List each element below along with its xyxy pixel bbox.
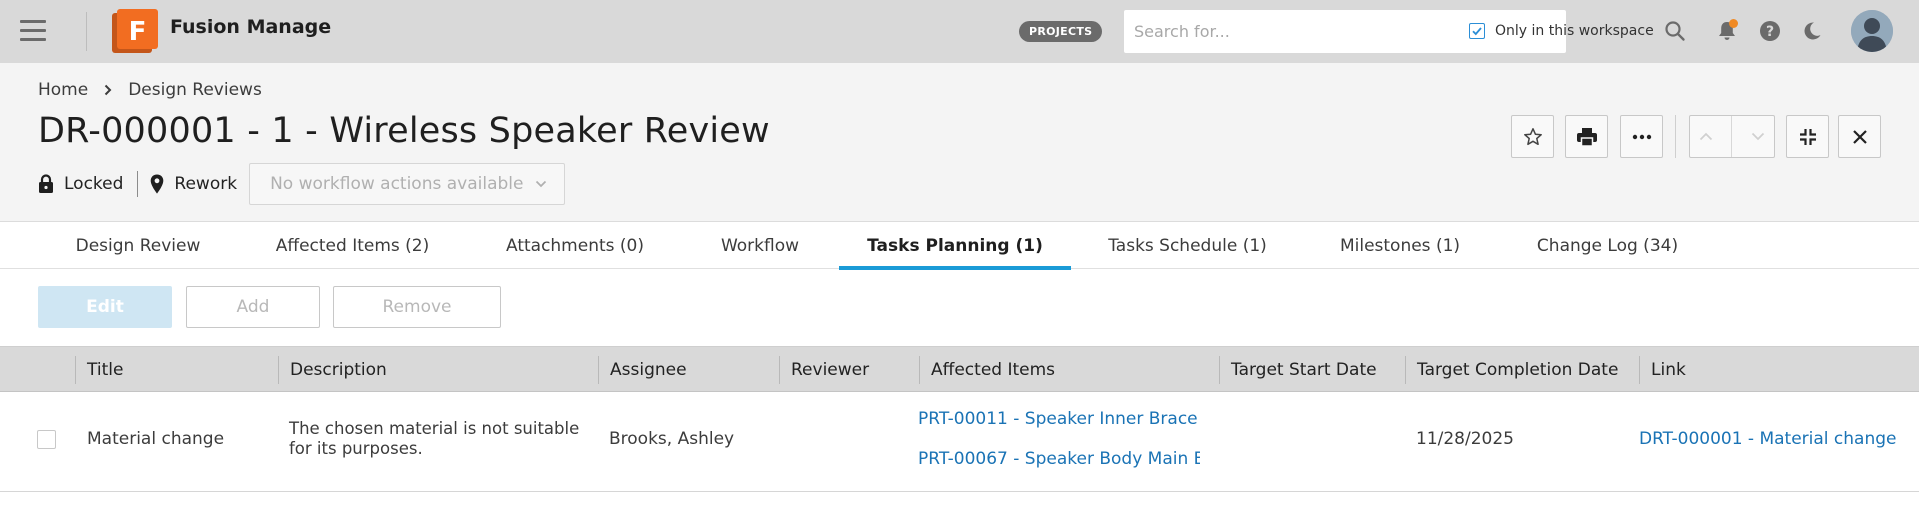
cell-title: Material change [87,429,225,449]
column-header-title[interactable]: Title [75,356,123,384]
column-header-link[interactable]: Link [1639,356,1686,384]
page-title: DR-000001 - 1 - Wireless Speaker Review [38,111,770,151]
description-line-2: for its purposes. [289,439,423,458]
tab-milestones[interactable]: Milestones (1) [1320,223,1480,269]
workflow-state-label: Rework [174,174,238,194]
user-avatar-icon [1851,10,1893,52]
menu-icon[interactable] [20,20,46,42]
previous-record-icon[interactable] [1699,132,1713,141]
app-logo-icon[interactable]: F [112,9,158,53]
logo-letter: F [129,17,147,47]
task-link[interactable]: DRT-000001 - Material change [1639,429,1917,449]
affected-item-link-1[interactable]: PRT-00011 - Speaker Inner Brace [ [918,409,1200,429]
notification-badge [1729,19,1738,28]
tab-affected-items[interactable]: Affected Items (2) [250,223,455,269]
chevron-right-icon [104,84,112,96]
tab-tasks-schedule[interactable]: Tasks Schedule (1) [1095,223,1280,269]
column-header-target-completion-date[interactable]: Target Completion Date [1405,356,1618,384]
cell-assignee: Brooks, Ashley [609,429,735,449]
location-pin-icon [151,174,164,194]
column-header-description[interactable]: Description [278,356,387,384]
top-bar: F Fusion Manage PROJECTS Only in this wo… [0,0,1919,63]
cell-description: The chosen material is not suitable for … [289,419,579,459]
lock-icon [39,174,53,193]
print-button[interactable] [1565,115,1608,158]
moon-icon[interactable] [1801,20,1823,42]
check-icon [1472,27,1482,36]
tab-change-log[interactable]: Change Log (34) [1515,223,1700,269]
topbar-divider [86,12,87,51]
workflow-actions-dropdown[interactable]: No workflow actions available [249,163,566,205]
close-icon [1852,129,1867,144]
global-search: Only in this workspace [1124,10,1685,53]
affected-item-link-2[interactable]: PRT-00067 - Speaker Body Main B [918,449,1200,469]
bookmark-button[interactable] [1511,115,1554,158]
edit-button[interactable]: Edit [38,286,172,328]
table-header: Title Description Assignee Reviewer Affe… [0,346,1919,392]
minimize-icon [1799,128,1816,145]
search-icon[interactable] [1664,20,1686,42]
tab-bar: Design Review Affected Items (2) Attachm… [0,223,1919,270]
column-header-assignee[interactable]: Assignee [598,356,687,384]
description-line-1: The chosen material is not suitable [289,419,580,438]
breadcrumb-home[interactable]: Home [38,80,88,100]
tab-attachments[interactable]: Attachments (0) [480,223,670,269]
status-divider [137,171,139,197]
more-actions-button[interactable] [1620,115,1663,158]
breadcrumb-design-reviews[interactable]: Design Reviews [128,80,262,100]
column-header-target-start-date[interactable]: Target Start Date [1219,356,1377,384]
record-status: Locked Rework No workflow actions availa… [38,163,566,205]
next-record-icon[interactable] [1751,132,1765,141]
lock-status-label: Locked [64,174,124,194]
collapse-view-button[interactable] [1786,115,1829,158]
only-in-workspace-checkbox[interactable] [1469,23,1485,39]
search-input[interactable] [1134,10,1464,53]
star-icon [1523,127,1542,145]
avatar[interactable] [1851,10,1893,52]
tab-design-review[interactable]: Design Review [38,223,238,269]
row-select-checkbox[interactable] [37,430,56,449]
record-navigation [1689,115,1775,158]
svg-text:?: ? [1766,24,1774,40]
table-row[interactable]: Material change The chosen material is n… [0,392,1919,492]
cell-target-completion-date: 11/28/2025 [1416,429,1514,449]
record-header: Home Design Reviews DR-000001 - 1 - Wire… [0,63,1919,222]
help-icon[interactable]: ? [1759,20,1781,42]
header-divider [1675,115,1676,158]
remove-button[interactable]: Remove [333,286,501,328]
workflow-actions-value: No workflow actions available [270,174,524,194]
app-name: Fusion Manage [170,16,332,38]
tab-tasks-planning[interactable]: Tasks Planning (1) [839,223,1071,270]
more-icon [1632,134,1651,139]
tab-workflow[interactable]: Workflow [690,223,830,269]
column-header-reviewer[interactable]: Reviewer [779,356,869,384]
printer-icon [1576,127,1597,147]
chevron-down-icon [536,180,547,188]
close-button[interactable] [1838,115,1881,158]
column-header-affected-items[interactable]: Affected Items [919,356,1055,384]
breadcrumb: Home Design Reviews [38,80,262,100]
only-in-workspace-label: Only in this workspace [1495,23,1654,39]
add-button[interactable]: Add [186,286,320,328]
projects-button[interactable]: PROJECTS [1019,21,1103,42]
